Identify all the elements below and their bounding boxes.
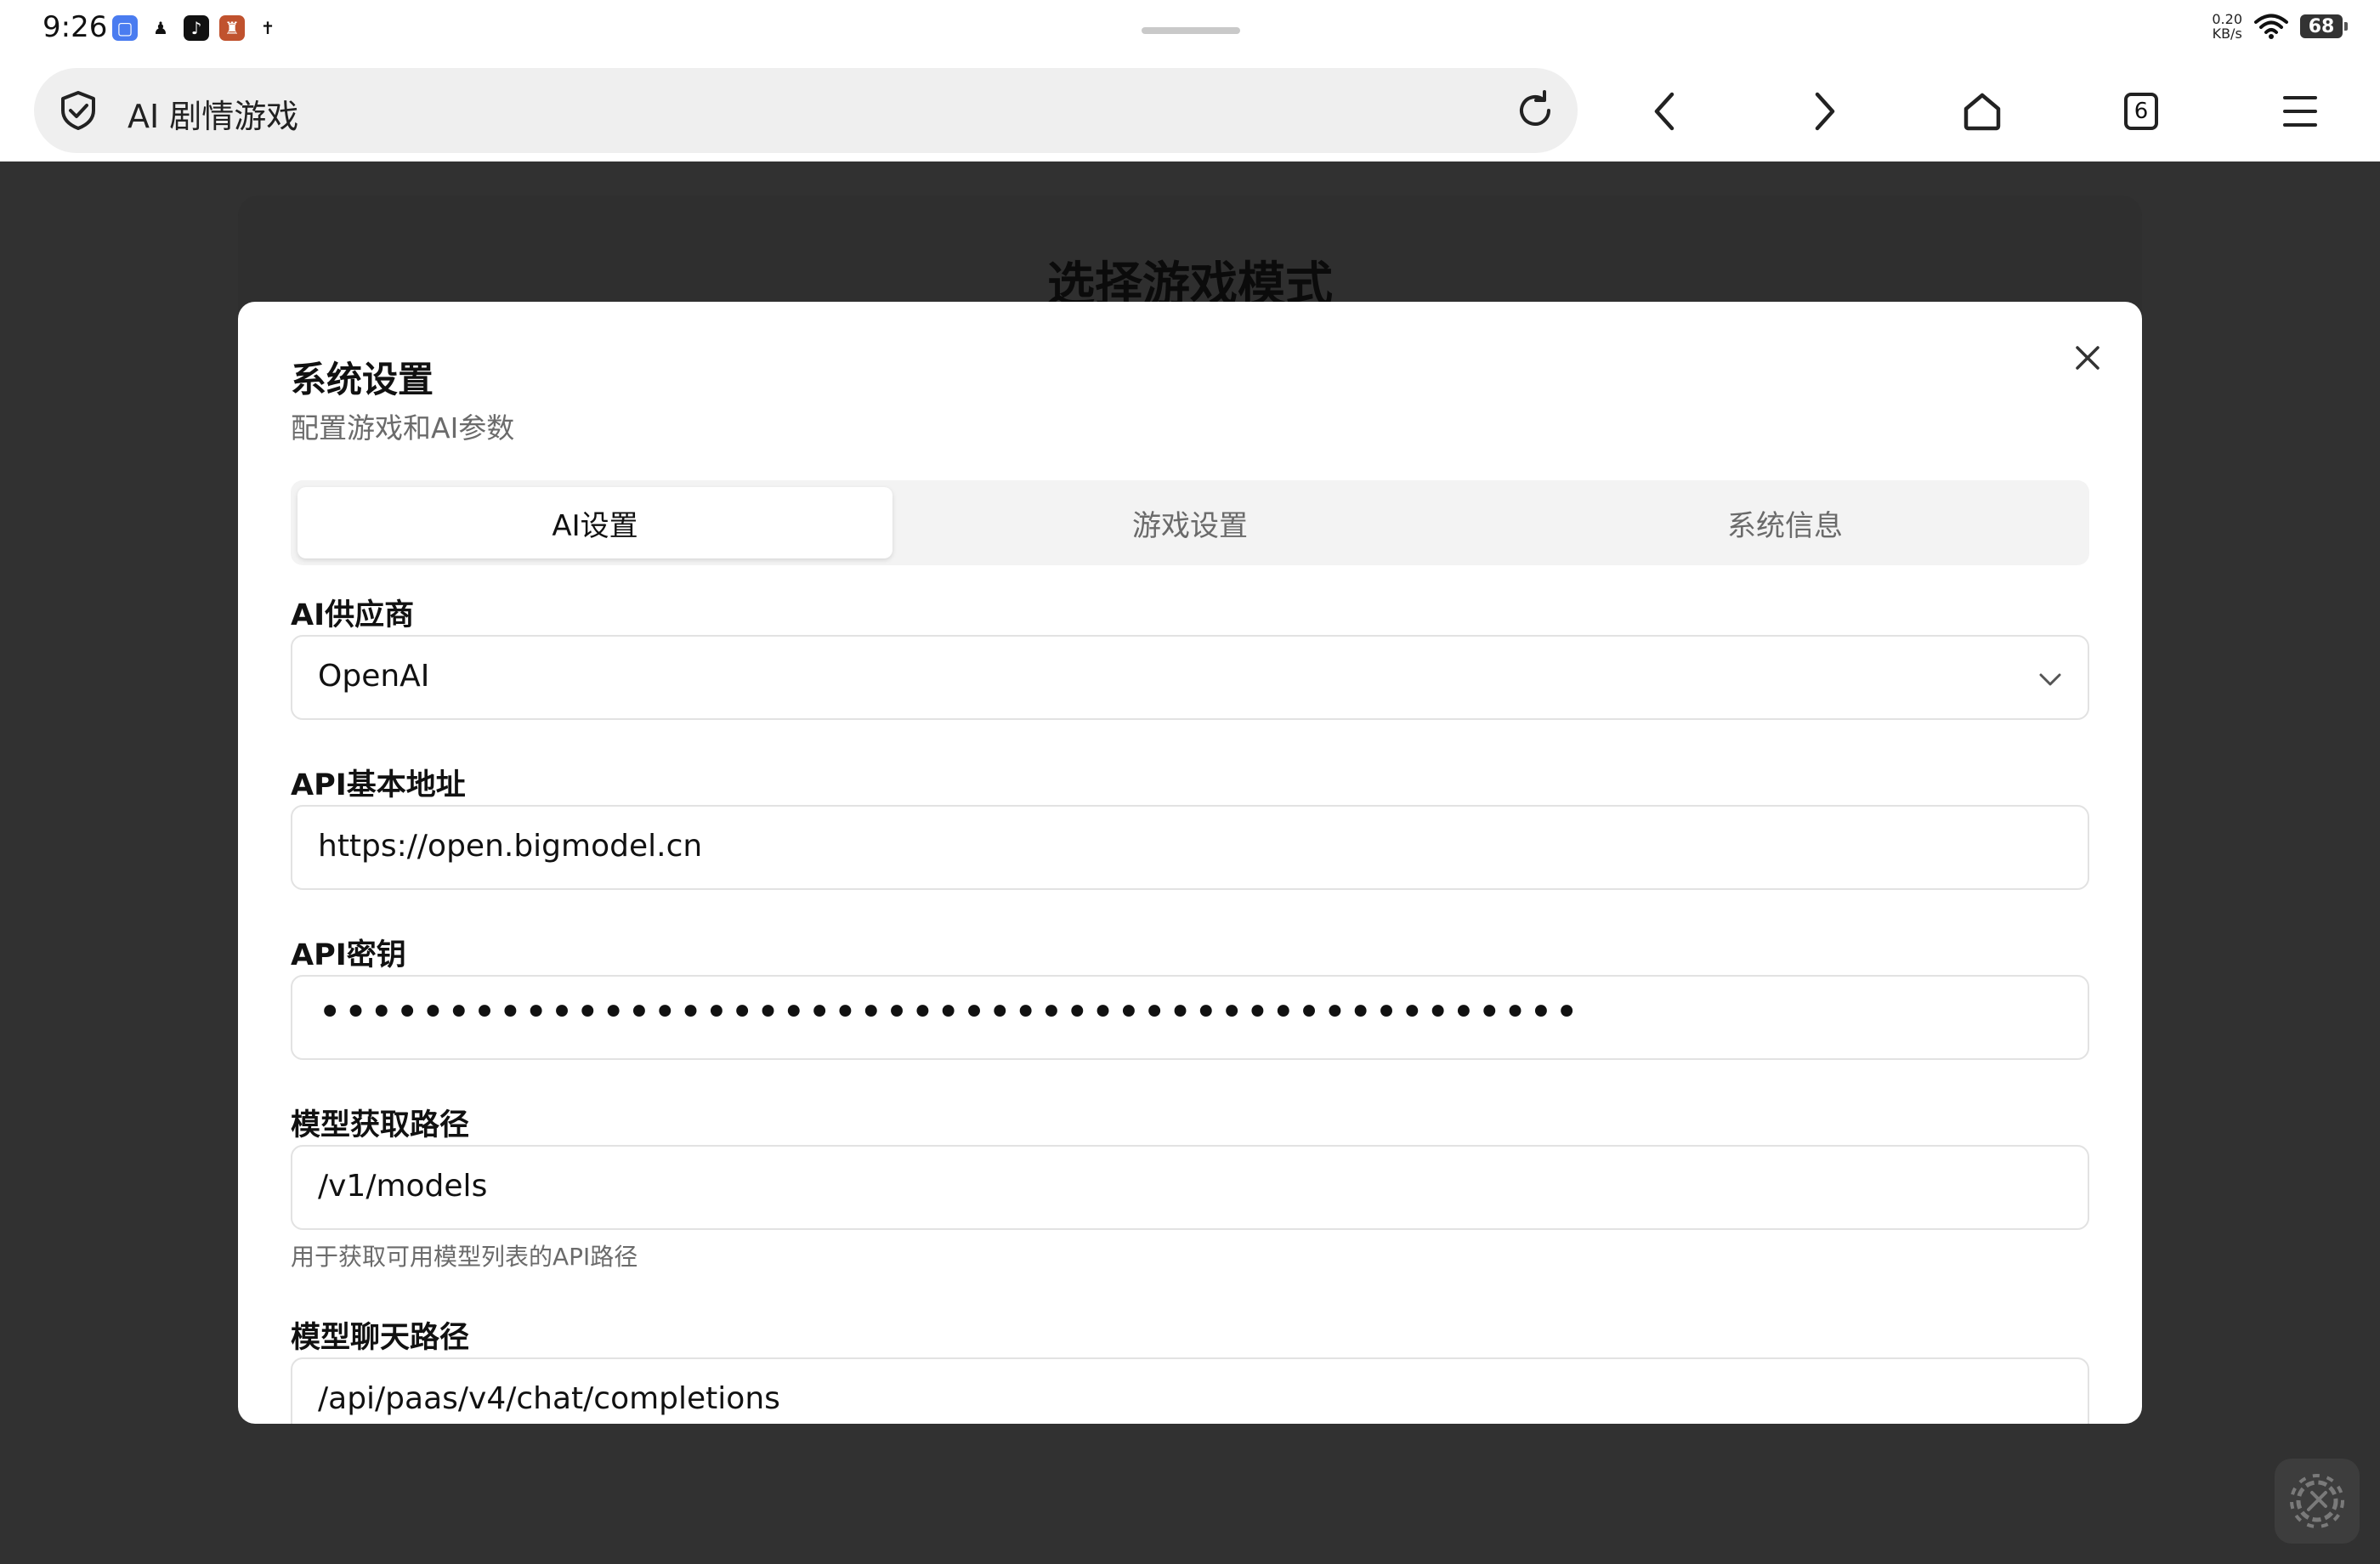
- provider-label: AI供应商: [291, 598, 415, 632]
- tab-count: 6: [2134, 99, 2149, 124]
- api-key-label: API密钥: [291, 938, 406, 972]
- dialog-title: 系统设置: [291, 359, 434, 400]
- provider-value: OpenAI: [318, 659, 430, 694]
- status-notification-icons: ▢ ♟ ♪ ♜ ✝: [112, 15, 280, 41]
- settings-tabs: AI设置 游戏设置 系统信息: [291, 480, 2089, 565]
- accessibility-icon: ✝: [255, 15, 280, 41]
- settings-dialog: 系统设置 配置游戏和AI参数 AI设置 游戏设置 系统信息 AI供应商 Open…: [238, 302, 2142, 1424]
- close-icon: [2076, 346, 2100, 370]
- tab-ai-settings[interactable]: AI设置: [298, 487, 892, 558]
- gear-icon: [2290, 1474, 2344, 1528]
- base-url-input[interactable]: https://open.bigmodel.cn: [291, 805, 2089, 890]
- tab-count-icon: 6: [2124, 93, 2158, 130]
- home-button[interactable]: [1952, 82, 2012, 141]
- network-speed-value: 0.20: [2212, 11, 2242, 27]
- chevron-left-icon: [1654, 92, 1674, 131]
- forward-button[interactable]: [1794, 82, 1854, 141]
- music-app-icon: ♪: [184, 15, 209, 41]
- settings-fab[interactable]: [2275, 1459, 2360, 1544]
- chevron-down-icon: [2039, 673, 2061, 686]
- models-path-input[interactable]: /v1/models: [291, 1145, 2089, 1230]
- close-button[interactable]: [2064, 334, 2111, 382]
- game-app-icon: ♜: [219, 15, 245, 41]
- address-bar-text[interactable]: AI 剧情游戏: [128, 90, 298, 137]
- reload-icon[interactable]: [1511, 87, 1559, 134]
- api-key-value: ••••••••••••••••••••••••••••••••••••••••…: [318, 989, 1581, 1036]
- models-path-hint: 用于获取可用模型列表的API路径: [291, 1243, 638, 1271]
- chat-path-label: 模型聊天路径: [291, 1321, 470, 1355]
- base-url-label: API基本地址: [291, 768, 466, 802]
- provider-select[interactable]: OpenAI: [291, 635, 2089, 720]
- chevron-right-icon: [1815, 92, 1835, 131]
- chat-app-icon: ▢: [112, 15, 138, 41]
- dialog-subtitle: 配置游戏和AI参数: [291, 411, 515, 445]
- status-time: 9:26: [42, 10, 108, 44]
- base-url-value: https://open.bigmodel.cn: [318, 829, 703, 864]
- chat-path-value: /api/paas/v4/chat/completions: [318, 1381, 780, 1416]
- tab-system-info[interactable]: 系统信息: [1488, 487, 2082, 558]
- tab-game-settings[interactable]: 游戏设置: [892, 487, 1488, 558]
- shield-check-icon[interactable]: [56, 88, 100, 133]
- tabs-button[interactable]: 6: [2111, 82, 2171, 141]
- browser-toolbar: AI 剧情游戏 6: [0, 61, 2380, 162]
- status-bar: 9:26 ▢ ♟ ♪ ♜ ✝ 0.20 KB/s 68: [0, 0, 2380, 61]
- multitask-handle[interactable]: [1142, 27, 1240, 34]
- wifi-icon: [2254, 14, 2288, 39]
- back-button[interactable]: [1635, 82, 1695, 141]
- menu-button[interactable]: [2270, 82, 2330, 141]
- address-bar[interactable]: AI 剧情游戏: [34, 68, 1578, 153]
- penguin-app-icon: ♟: [148, 15, 173, 41]
- network-speed: 0.20 KB/s: [2212, 12, 2242, 41]
- home-icon: [1964, 93, 2001, 131]
- hamburger-menu-icon: [2283, 96, 2317, 127]
- api-key-input[interactable]: ••••••••••••••••••••••••••••••••••••••••…: [291, 975, 2089, 1060]
- status-right: 0.20 KB/s 68: [2212, 12, 2348, 41]
- battery-indicator: 68: [2300, 14, 2348, 38]
- models-path-value: /v1/models: [318, 1169, 488, 1204]
- battery-level: 68: [2308, 15, 2335, 37]
- chat-path-input[interactable]: /api/paas/v4/chat/completions: [291, 1357, 2089, 1424]
- models-path-label: 模型获取路径: [291, 1108, 470, 1142]
- network-speed-unit: KB/s: [2212, 26, 2242, 42]
